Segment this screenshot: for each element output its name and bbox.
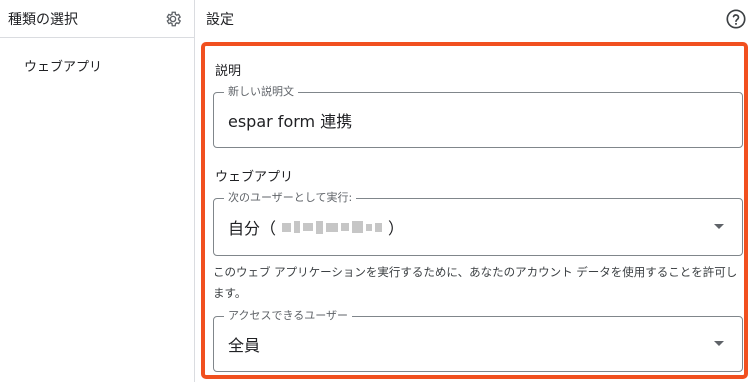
- webapp-section-label: ウェブアプリ: [215, 170, 294, 185]
- access-value: 全員: [228, 336, 261, 355]
- sidebar-item-webapp[interactable]: ウェブアプリ: [0, 38, 194, 75]
- settings-header: 設定: [195, 0, 755, 38]
- dropdown-caret-icon: [714, 224, 724, 229]
- description-input[interactable]: espar form 連携: [228, 93, 352, 147]
- deploy-settings-dialog: 種類の選択 ウェブアプリ 設定 説明 新しい説明文 espar form 連携 …: [0, 0, 755, 382]
- description-field[interactable]: 新しい説明文 espar form 連携: [213, 85, 743, 148]
- help-icon[interactable]: [725, 8, 747, 30]
- webapp-help-text: このウェブ アプリケーションを実行するために、あなたのアカウント データを使用す…: [213, 265, 738, 300]
- access-select[interactable]: アクセスできるユーザー 全員: [213, 309, 743, 372]
- execute-as-value: 自分（ ）: [228, 199, 404, 255]
- settings-title: 設定: [206, 12, 234, 28]
- redacted-email: [282, 220, 383, 234]
- description-section-label: 説明: [215, 64, 242, 79]
- highlight-frame: 説明 新しい説明文 espar form 連携 ウェブアプリ 次のユーザーとして…: [201, 42, 748, 379]
- execute-as-suffix: ）: [388, 219, 405, 238]
- type-selection-header: 種類の選択: [0, 0, 194, 38]
- type-selection-panel: 種類の選択 ウェブアプリ: [0, 0, 195, 382]
- gear-icon[interactable]: [164, 10, 182, 28]
- settings-form: 説明 新しい説明文 espar form 連携 ウェブアプリ 次のユーザーとして…: [211, 46, 744, 375]
- dropdown-caret-icon: [714, 341, 724, 346]
- settings-panel: 設定 説明 新しい説明文 espar form 連携 ウェブアプリ 次のユーザー: [195, 0, 755, 382]
- execute-as-select[interactable]: 次のユーザーとして実行: 自分（ ）: [213, 191, 743, 256]
- execute-as-prefix: 自分（: [228, 219, 277, 238]
- type-selection-title: 種類の選択: [8, 11, 78, 28]
